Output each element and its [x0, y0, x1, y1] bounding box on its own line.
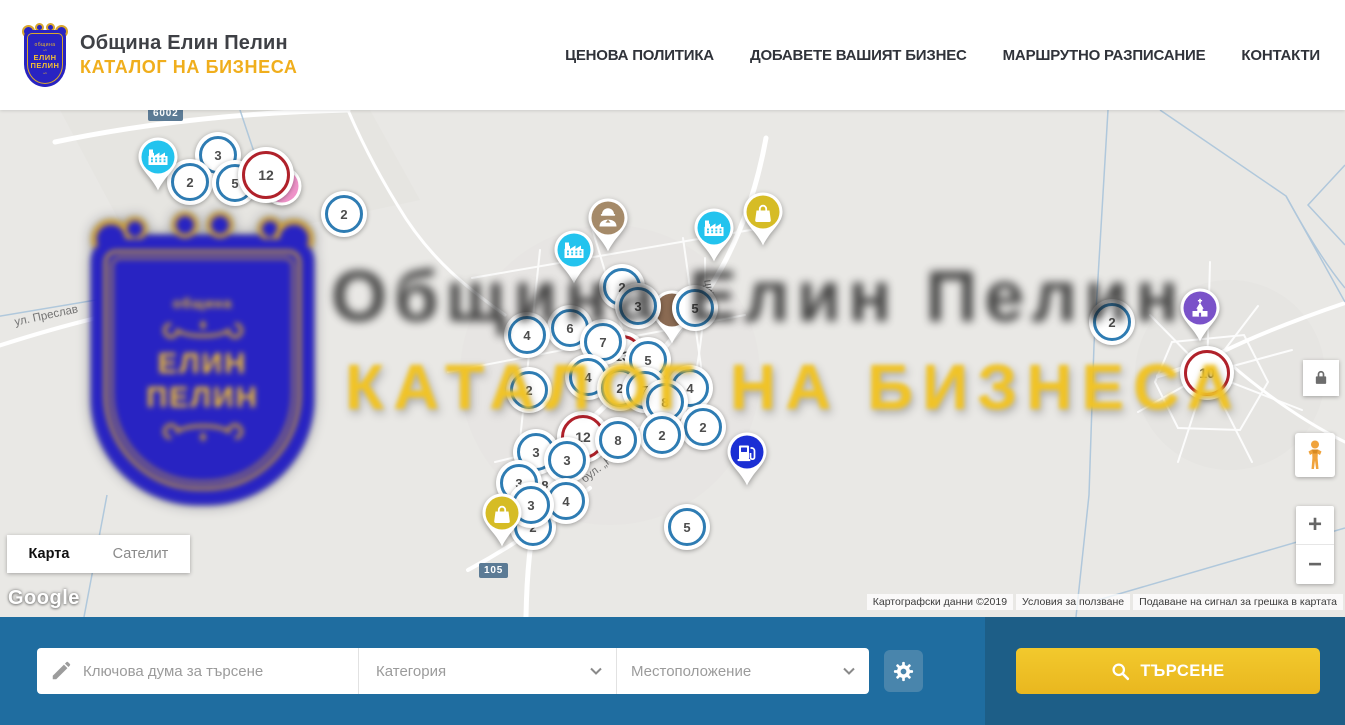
site-subtitle: КАТАЛОГ НА БИЗНЕСА [80, 57, 298, 78]
cluster-count: 3 [544, 437, 590, 483]
road-number-badge: 105 [479, 563, 508, 578]
factory-icon [136, 136, 180, 192]
map-cluster[interactable]: 5 [664, 504, 710, 550]
watermark-municipality-logo: община ЕЛИНПЕЛИН [85, 213, 320, 505]
cluster-count: 2 [321, 191, 367, 237]
factory-icon [692, 207, 736, 263]
watermark-subtitle: КАТАЛОГ НА БИЗНЕСА [345, 350, 1242, 424]
map-pin-bag[interactable] [741, 191, 785, 247]
category-dropdown-label: Категория [376, 663, 590, 680]
advanced-settings-button[interactable] [884, 650, 923, 692]
nav-item-route-schedule[interactable]: МАРШРУТНО РАЗПИСАНИЕ [1003, 47, 1206, 64]
search-input-group: Категория Местоположение [37, 648, 869, 694]
shopping-bag-icon [741, 191, 785, 247]
municipality-logo: община ∽ ЕЛИНПЕЛИН ∽ [22, 23, 68, 87]
shield-ornament-icon [161, 420, 245, 446]
street-label: ул. Преслав [13, 303, 79, 328]
map-pin-fuel[interactable] [725, 431, 769, 487]
search-bar: Категория Местоположение [0, 617, 1345, 725]
cluster-count: 5 [664, 504, 710, 550]
page: община ∽ ЕЛИНПЕЛИН ∽ Община Елин Пелин К… [0, 0, 1345, 725]
map-attribution: Картографски данни ©2019 Условия за полз… [867, 594, 1343, 610]
search-submit-label: ТЪРСЕНЕ [1140, 662, 1224, 681]
site-title: Община Елин Пелин [80, 32, 298, 55]
pencil-icon [50, 660, 72, 682]
google-logo[interactable]: Google [8, 587, 80, 610]
logo-top-word: община [34, 42, 55, 48]
nav-item-contacts[interactable]: КОНТАКТИ [1241, 47, 1320, 64]
watermark-title: Община Елин Пелин [331, 256, 1186, 338]
map-canvas[interactable]: 6002105ул. Преславбул. „Новоселци“325122… [0, 110, 1345, 617]
map-pin-worker[interactable] [586, 197, 630, 253]
map-cluster[interactable]: 3 [544, 437, 590, 483]
map-view-button[interactable]: Карта [7, 535, 91, 573]
attribution-copyright: Картографски данни ©2019 [867, 594, 1013, 610]
road-number-badge: 6002 [148, 110, 183, 121]
search-icon [1111, 662, 1130, 681]
chevron-down-icon [843, 667, 855, 675]
lock-icon [1311, 368, 1331, 388]
map-pin-factory[interactable] [692, 207, 736, 263]
map-cluster[interactable]: 12 [238, 147, 294, 203]
shield-top-word: община [173, 295, 233, 311]
logo-name: ЕЛИНПЕЛИН [31, 54, 60, 71]
map-type-control: Карта Сателит [7, 535, 190, 573]
satellite-view-button[interactable]: Сателит [91, 535, 190, 573]
lock-button[interactable] [1303, 360, 1339, 396]
nav-item-add-business[interactable]: ДОБАВЕТЕ ВАШИЯТ БИЗНЕС [750, 47, 967, 64]
keyword-search-input[interactable] [83, 663, 358, 680]
nav-item-pricing[interactable]: ЦЕНОВА ПОЛИТИКА [565, 47, 714, 64]
shield-ornament-icon [161, 316, 245, 342]
map-pin-bag[interactable] [480, 492, 524, 548]
cluster-count: 12 [238, 147, 294, 203]
pegman-icon [1303, 439, 1327, 471]
fuel-pump-icon [725, 431, 769, 487]
terms-link[interactable]: Условия за ползване [1016, 594, 1130, 610]
worker-icon [586, 197, 630, 253]
logo-ornament-icon: ∽ [42, 72, 47, 76]
report-error-link[interactable]: Подаване на сигнал за грешка в картата [1133, 594, 1343, 610]
logo-shield: община ∽ ЕЛИНПЕЛИН ∽ [24, 30, 66, 87]
location-dropdown-label: Местоположение [631, 663, 843, 680]
street-view-pegman-button[interactable] [1295, 433, 1335, 477]
zoom-in-button[interactable]: + [1296, 506, 1334, 545]
chevron-down-icon [590, 667, 602, 675]
gear-icon [892, 660, 915, 683]
zoom-out-button[interactable]: − [1296, 545, 1334, 584]
map-cluster[interactable]: 2 [321, 191, 367, 237]
main-nav: ЦЕНОВА ПОЛИТИКА ДОБАВЕТЕ ВАШИЯТ БИЗНЕС М… [565, 47, 1320, 64]
shield-name: ЕЛИНПЕЛИН [146, 347, 258, 415]
shopping-bag-icon [480, 492, 524, 548]
category-dropdown[interactable]: Категория [358, 648, 616, 694]
map-pin-factory[interactable] [136, 136, 180, 192]
shield-body: община ЕЛИНПЕЛИН [91, 239, 314, 505]
site-header: община ∽ ЕЛИНПЕЛИН ∽ Община Елин Пелин К… [0, 0, 1345, 110]
zoom-control: + − [1296, 506, 1334, 584]
location-dropdown[interactable]: Местоположение [616, 648, 869, 694]
search-submit-button[interactable]: ТЪРСЕНЕ [1016, 648, 1320, 694]
brand[interactable]: община ∽ ЕЛИНПЕЛИН ∽ Община Елин Пелин К… [22, 23, 298, 87]
keyword-section [37, 648, 358, 694]
